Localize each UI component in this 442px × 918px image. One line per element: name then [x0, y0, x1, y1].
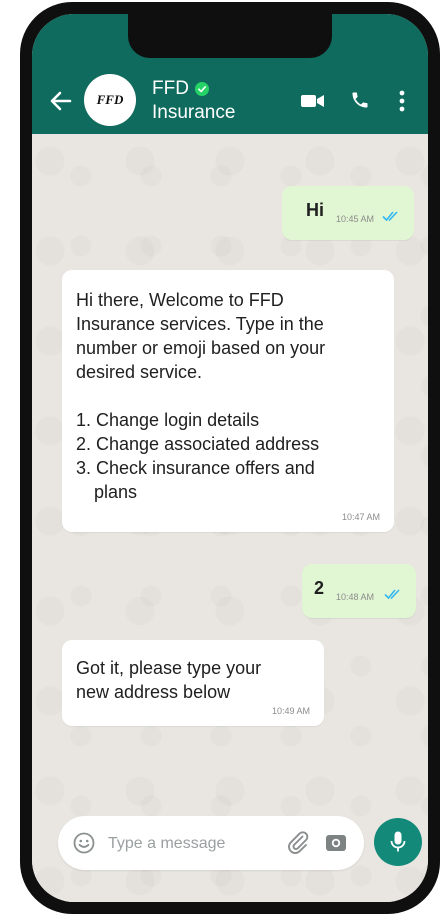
message-outgoing[interactable]: Hi 10:45 AM — [282, 186, 414, 240]
message-line: Hi there, Welcome to FFD — [76, 290, 284, 310]
message-time: 10:47 AM — [341, 512, 380, 522]
menu-option-line: 3. Check insurance offers and — [76, 458, 315, 478]
read-ticks-icon — [384, 589, 400, 600]
camera-icon[interactable] — [324, 831, 348, 855]
verified-badge-icon — [194, 82, 209, 96]
message-line: new address below — [76, 682, 231, 702]
avatar-text: FFD — [96, 92, 124, 107]
menu-option-line: plans — [94, 482, 138, 502]
message-text: 2 — [314, 578, 325, 598]
message-line: desired service. — [76, 362, 203, 382]
microphone-icon — [390, 831, 406, 852]
contact-name: FFD — [152, 78, 189, 99]
message-line: number or emoji based on your — [76, 338, 326, 358]
phone-icon[interactable] — [350, 90, 370, 110]
message-line: Insurance services. Type in the — [76, 314, 324, 334]
video-camera-icon[interactable] — [300, 92, 326, 110]
message-incoming[interactable]: Hi there, Welcome to FFD Insurance servi… — [62, 270, 394, 532]
message-time: 10:49 AM — [271, 706, 310, 716]
contact-info[interactable]: FFD Insurance — [152, 78, 235, 124]
menu-option-line: 1. Change login details — [76, 410, 260, 430]
smiley-icon[interactable] — [72, 831, 96, 855]
phone-frame: FFD FFD Insurance Hi 10:45 AM Hi there, … — [20, 2, 440, 914]
read-ticks-icon — [382, 211, 398, 222]
mic-button[interactable] — [374, 818, 422, 866]
message-incoming[interactable]: Got it, please type your new address bel… — [62, 640, 324, 726]
contact-subtitle: Insurance — [152, 102, 236, 123]
message-text: Hi there, Welcome to FFD Insurance servi… — [76, 288, 386, 504]
message-text: Got it, please type your new address bel… — [76, 656, 316, 704]
message-list: Hi 10:45 AM Hi there, Welcome to FFD Ins… — [32, 134, 428, 902]
avatar[interactable]: FFD — [84, 74, 136, 126]
menu-option-line: 2. Change associated address — [76, 434, 320, 454]
phone-notch — [128, 14, 332, 58]
message-outgoing[interactable]: 2 10:48 AM — [302, 564, 416, 618]
more-vertical-icon[interactable] — [398, 90, 406, 112]
arrow-left-icon[interactable] — [48, 88, 74, 114]
message-input[interactable] — [106, 828, 260, 860]
message-line: Got it, please type your — [76, 658, 262, 678]
message-time: 10:48 AM — [336, 592, 375, 602]
message-time: 10:45 AM — [336, 214, 375, 224]
chat-screen: FFD FFD Insurance Hi 10:45 AM Hi there, … — [32, 14, 428, 902]
message-text: Hi — [306, 200, 324, 220]
paperclip-icon[interactable] — [286, 830, 310, 854]
message-composer — [58, 816, 364, 870]
